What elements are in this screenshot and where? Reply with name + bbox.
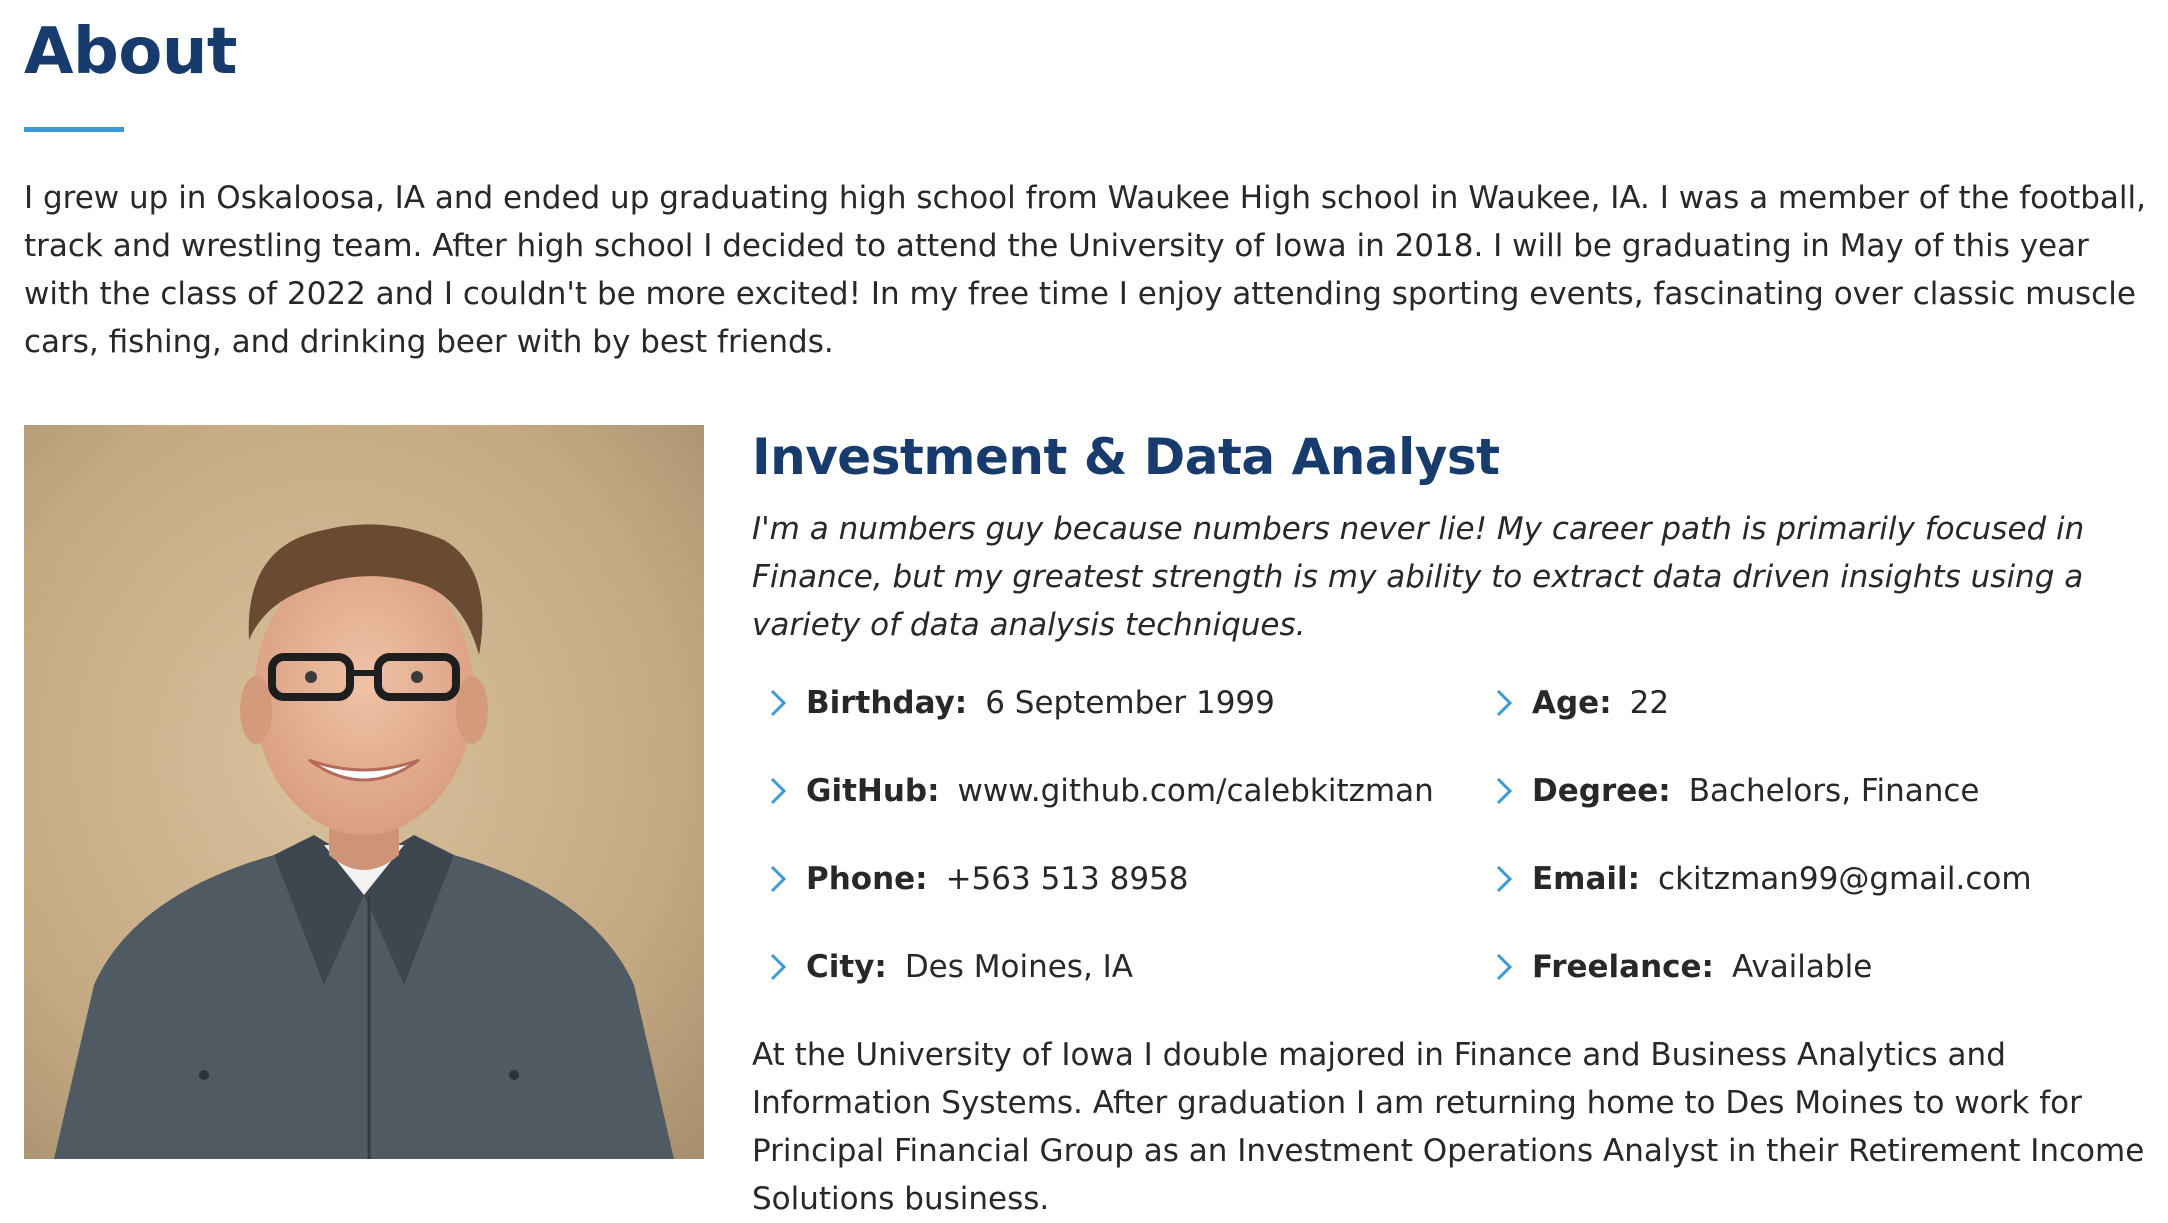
fact-email: Email: ckitzman99@gmail.com [1486,855,2032,903]
fact-value: Bachelors, Finance [1688,773,1980,809]
section-title: About [24,15,237,89]
fact-age: Age: 22 [1486,679,1669,727]
fact-birthday: Birthday: 6 September 1999 [760,679,1275,727]
chevron-right-icon [1486,949,1522,985]
fact-label: Email: [1532,861,1641,897]
chevron-right-icon [760,861,796,897]
fact-label: City: [806,949,887,985]
fact-value: Des Moines, IA [904,949,1134,985]
fact-label: Freelance: [1532,949,1714,985]
fact-github: GitHub: www.github.com/calebkitzman [760,767,1434,815]
outro-paragraph: At the University of Iowa I double major… [752,1037,2145,1217]
fact-city: City: Des Moines, IA [760,943,1133,991]
chevron-right-icon [760,685,796,721]
fact-value: 6 September 1999 [985,685,1275,721]
fact-phone: Phone: +563 513 8958 [760,855,1189,903]
fact-label: Degree: [1532,773,1671,809]
intro-paragraph: I grew up in Oskaloosa, IA and ended up … [24,180,2146,360]
email-link[interactable]: ckitzman99@gmail.com [1658,855,2031,903]
fact-freelance: Freelance: Available [1486,943,1872,991]
about-section: About I grew up in Oskaloosa, IA and end… [24,0,2164,1217]
chevron-right-icon [1486,773,1522,809]
fact-label: Phone: [806,861,928,897]
profile-photo-image [24,425,704,1159]
chevron-right-icon [760,773,796,809]
fact-label: Age: [1532,685,1612,721]
fact-value: Available [1731,949,1873,985]
fact-value: +563 513 8958 [945,861,1189,897]
fact-label: Birthday: [806,685,968,721]
fact-label: GitHub: [806,773,940,809]
fact-value: 22 [1629,685,1670,721]
role-summary: I'm a numbers guy because numbers never … [752,511,2085,643]
chevron-right-icon [1486,861,1522,897]
fact-degree: Degree: Bachelors, Finance [1486,767,1980,815]
chevron-right-icon [1486,685,1522,721]
role-title: Investment & Data Analyst [752,428,1500,486]
profile-photo [24,425,704,1159]
facts-list: Birthday: 6 September 1999 GitHub: www.g… [752,679,2164,1039]
chevron-right-icon [760,949,796,985]
github-link[interactable]: www.github.com/calebkitzman [958,767,1434,815]
title-underline [24,127,124,132]
